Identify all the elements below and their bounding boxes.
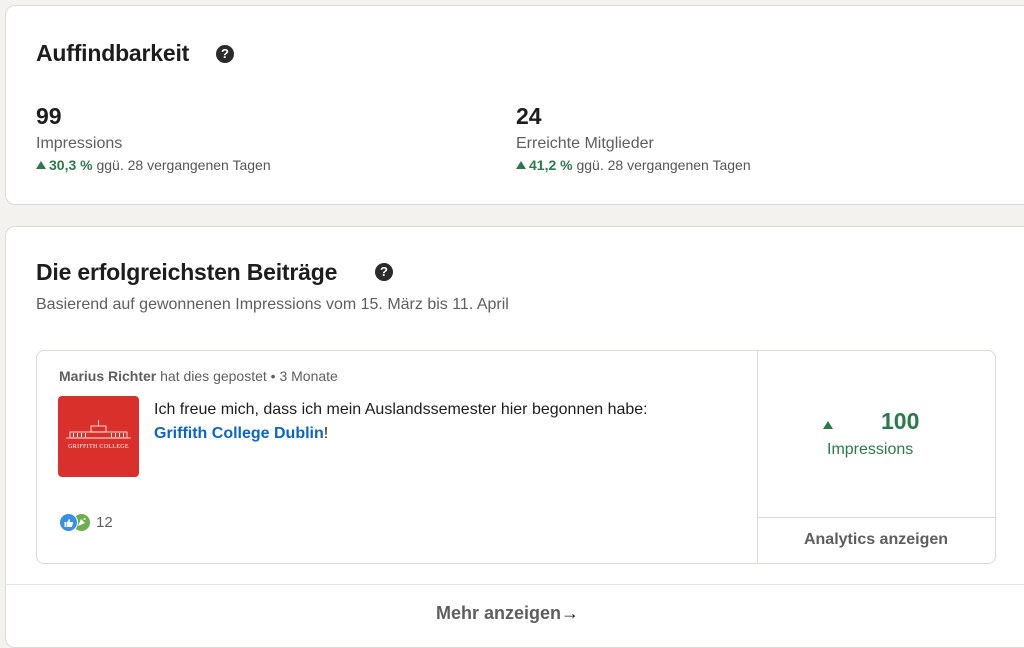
reaction-count: 12 — [96, 514, 113, 531]
help-icon[interactable]: ? — [375, 263, 393, 281]
post-author[interactable]: Marius Richter — [59, 368, 156, 384]
footer-divider — [5, 584, 1024, 585]
post-impressions-label: Impressions — [827, 441, 914, 458]
post-text-body: Ich freue mich, dass ich mein Auslandsse… — [154, 401, 648, 418]
impressions-label: Impressions — [36, 135, 123, 152]
top-posts-title: Die erfolgreichsten Beiträge — [36, 259, 338, 285]
impressions-value: 99 — [36, 103, 62, 129]
impressions-change-value: 30,3 % — [49, 157, 93, 173]
post-meta: Marius Richter hat dies gepostet • 3 Mon… — [59, 368, 338, 384]
help-icon[interactable]: ? — [216, 45, 234, 63]
discoverability-card — [5, 5, 1024, 205]
college-building-icon — [66, 420, 131, 439]
impressions-change-suffix: ggü. 28 vergangenen Tagen — [96, 157, 271, 173]
like-icon — [59, 513, 78, 532]
trend-up-icon — [36, 161, 46, 169]
members-reached-change-value: 41,2 % — [529, 157, 573, 173]
griffith-college-logo[interactable]: GRIFFITH COLLEGE — [58, 396, 139, 477]
members-reached-change: 41,2 % ggü. 28 vergangenen Tagen — [516, 157, 751, 173]
post-impressions-value: 100 — [881, 408, 920, 434]
post-text-end: ! — [323, 425, 329, 442]
impressions-change: 30,3 % ggü. 28 vergangenen Tagen — [36, 157, 271, 173]
members-reached-change-suffix: ggü. 28 vergangenen Tagen — [576, 157, 751, 173]
arrow-right-icon: → — [561, 603, 580, 623]
post-meta-text: hat dies gepostet • 3 Monate — [160, 368, 338, 384]
members-reached-label: Erreichte Mitglieder — [516, 135, 654, 152]
post-company-link[interactable]: Griffith College Dublin — [154, 425, 324, 442]
members-reached-value: 24 — [516, 103, 542, 129]
top-posts-subtitle: Basierend auf gewonnenen Impressions vom… — [36, 296, 509, 313]
discoverability-title: Auffindbarkeit — [36, 40, 190, 66]
post-text: Ich freue mich, dass ich mein Auslandsse… — [154, 398, 694, 446]
trend-up-icon — [823, 421, 833, 429]
trend-up-icon — [516, 161, 526, 169]
logo-text: GRIFFITH COLLEGE — [68, 444, 129, 450]
show-analytics-button[interactable]: Analytics anzeigen — [757, 518, 995, 562]
show-more-button[interactable]: Mehr anzeigen→ — [436, 603, 579, 624]
show-more-label: Mehr anzeigen — [436, 603, 562, 623]
